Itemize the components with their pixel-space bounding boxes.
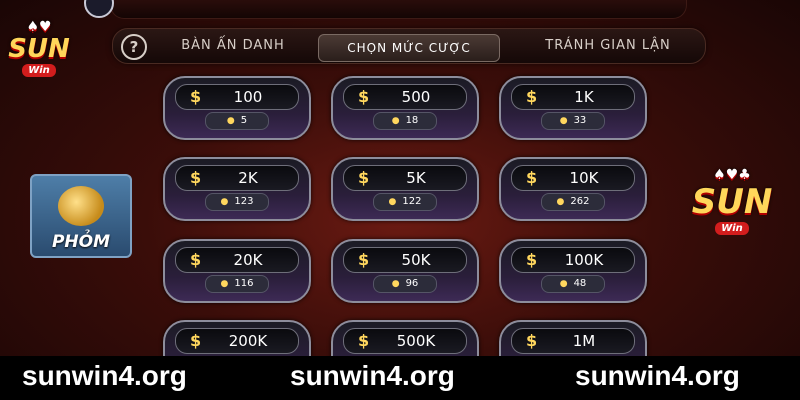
coins-icon [58, 186, 104, 226]
person-icon: ● [391, 116, 400, 126]
playing-cards-icon: ♠♥ [26, 19, 52, 35]
tab-bar: ? BÀN ẤN DANH CHỌN MỨC CƯỢC TRÁNH GIAN L… [112, 28, 706, 64]
bet-amount-pill: $2K [175, 165, 299, 191]
bet-amount-pill: $50K [343, 247, 467, 273]
bet-amount-pill: $500 [343, 84, 467, 110]
person-icon: ● [391, 279, 400, 289]
bet-card[interactable]: $20K ● 116 [163, 239, 311, 303]
bet-amount: 20K [233, 251, 263, 269]
bet-amount-pill: $10K [511, 165, 635, 191]
bet-card[interactable]: $500 ● 18 [331, 76, 479, 140]
dollar-icon: $ [526, 87, 538, 106]
logo-subtext: Win [715, 222, 749, 235]
player-count-value: 48 [573, 278, 587, 289]
help-icon[interactable]: ? [121, 34, 147, 60]
player-count-value: 123 [234, 196, 254, 207]
bet-card[interactable]: $10K ● 262 [499, 157, 647, 221]
bet-amount: 5K [406, 169, 426, 187]
dollar-icon: $ [190, 87, 202, 106]
dollar-icon: $ [526, 250, 538, 269]
bet-amount-pill: $20K [175, 247, 299, 273]
dollar-icon: $ [358, 87, 370, 106]
person-icon: ● [226, 116, 235, 126]
player-count-value: 262 [570, 196, 590, 207]
person-icon: ● [559, 279, 568, 289]
top-bar [110, 0, 687, 19]
dollar-icon: $ [190, 331, 202, 350]
bet-card[interactable]: $50K ● 96 [331, 239, 479, 303]
person-icon: ● [220, 279, 229, 289]
bet-card[interactable]: $2K ● 123 [163, 157, 311, 221]
bet-amount: 2K [238, 169, 258, 187]
player-count-value: 5 [240, 115, 248, 126]
dollar-icon: $ [526, 168, 538, 187]
bet-amount: 500 [401, 88, 431, 106]
player-count: ● 5 [205, 112, 269, 130]
footer-site-1: sunwin4.org [22, 360, 187, 391]
bet-amount: 100K [564, 251, 604, 269]
player-count: ● 48 [541, 275, 605, 293]
bet-amount: 100 [233, 88, 263, 106]
person-icon: ● [556, 197, 565, 207]
bet-amount-pill: $200K [175, 328, 299, 354]
bet-card[interactable]: $1K ● 33 [499, 76, 647, 140]
bet-amount: 1K [574, 88, 594, 106]
person-icon: ● [559, 116, 568, 126]
tab-anti-cheat[interactable]: TRÁNH GIAN LẬN [518, 29, 698, 63]
footer-site-3: sunwin4.org [575, 360, 740, 391]
game-tile-phom[interactable]: PHỎM [30, 174, 132, 258]
bet-amount-pill: $5K [343, 165, 467, 191]
bet-amount: 1M [572, 332, 596, 350]
avatar[interactable] [84, 0, 114, 18]
dollar-icon: $ [358, 250, 370, 269]
player-count: ● 33 [541, 112, 605, 130]
player-count-value: 18 [405, 115, 419, 126]
sunwin-logo: ♠♥ SUN Win [4, 20, 74, 77]
player-count: ● 122 [373, 193, 437, 211]
bet-amount-pill: $100K [511, 247, 635, 273]
bet-amount: 50K [401, 251, 431, 269]
logo-text: SUN [8, 34, 70, 64]
bet-amount-pill: $100 [175, 84, 299, 110]
player-count: ● 123 [205, 193, 269, 211]
logo-subtext: Win [22, 64, 56, 77]
tab-choose-bet-level[interactable]: CHỌN MỨC CƯỢC [318, 34, 500, 62]
bet-amount: 500K [396, 332, 436, 350]
bet-card[interactable]: $5K ● 122 [331, 157, 479, 221]
player-count-value: 33 [573, 115, 587, 126]
player-count: ● 116 [205, 275, 269, 293]
bet-card[interactable]: $100K ● 48 [499, 239, 647, 303]
player-count: ● 96 [373, 275, 437, 293]
footer-site-2: sunwin4.org [290, 360, 455, 391]
player-count-value: 116 [234, 278, 254, 289]
dollar-icon: $ [526, 331, 538, 350]
tab-anonymous-table[interactable]: BÀN ẤN DANH [153, 29, 313, 63]
person-icon: ● [388, 197, 397, 207]
dollar-icon: $ [358, 331, 370, 350]
bet-amount-pill: $500K [343, 328, 467, 354]
dollar-icon: $ [190, 250, 202, 269]
game-tile-title: PHỎM [51, 232, 111, 252]
sunwin-logo-right: ♠♥♣ SUN Win [682, 168, 782, 235]
bet-card[interactable]: $100 ● 5 [163, 76, 311, 140]
playing-cards-icon: ♠♥♣ [713, 167, 751, 183]
dollar-icon: $ [190, 168, 202, 187]
bet-amount-pill: $1K [511, 84, 635, 110]
dollar-icon: $ [358, 168, 370, 187]
footer-banner: sunwin4.org sunwin4.org sunwin4.org [0, 356, 800, 400]
person-icon: ● [220, 197, 229, 207]
player-count-value: 96 [405, 278, 419, 289]
player-count-value: 122 [402, 196, 422, 207]
player-count: ● 262 [541, 193, 605, 211]
bet-amount: 10K [569, 169, 599, 187]
logo-text: SUN [691, 182, 773, 222]
bet-amount-pill: $1M [511, 328, 635, 354]
bet-amount: 200K [228, 332, 268, 350]
player-count: ● 18 [373, 112, 437, 130]
